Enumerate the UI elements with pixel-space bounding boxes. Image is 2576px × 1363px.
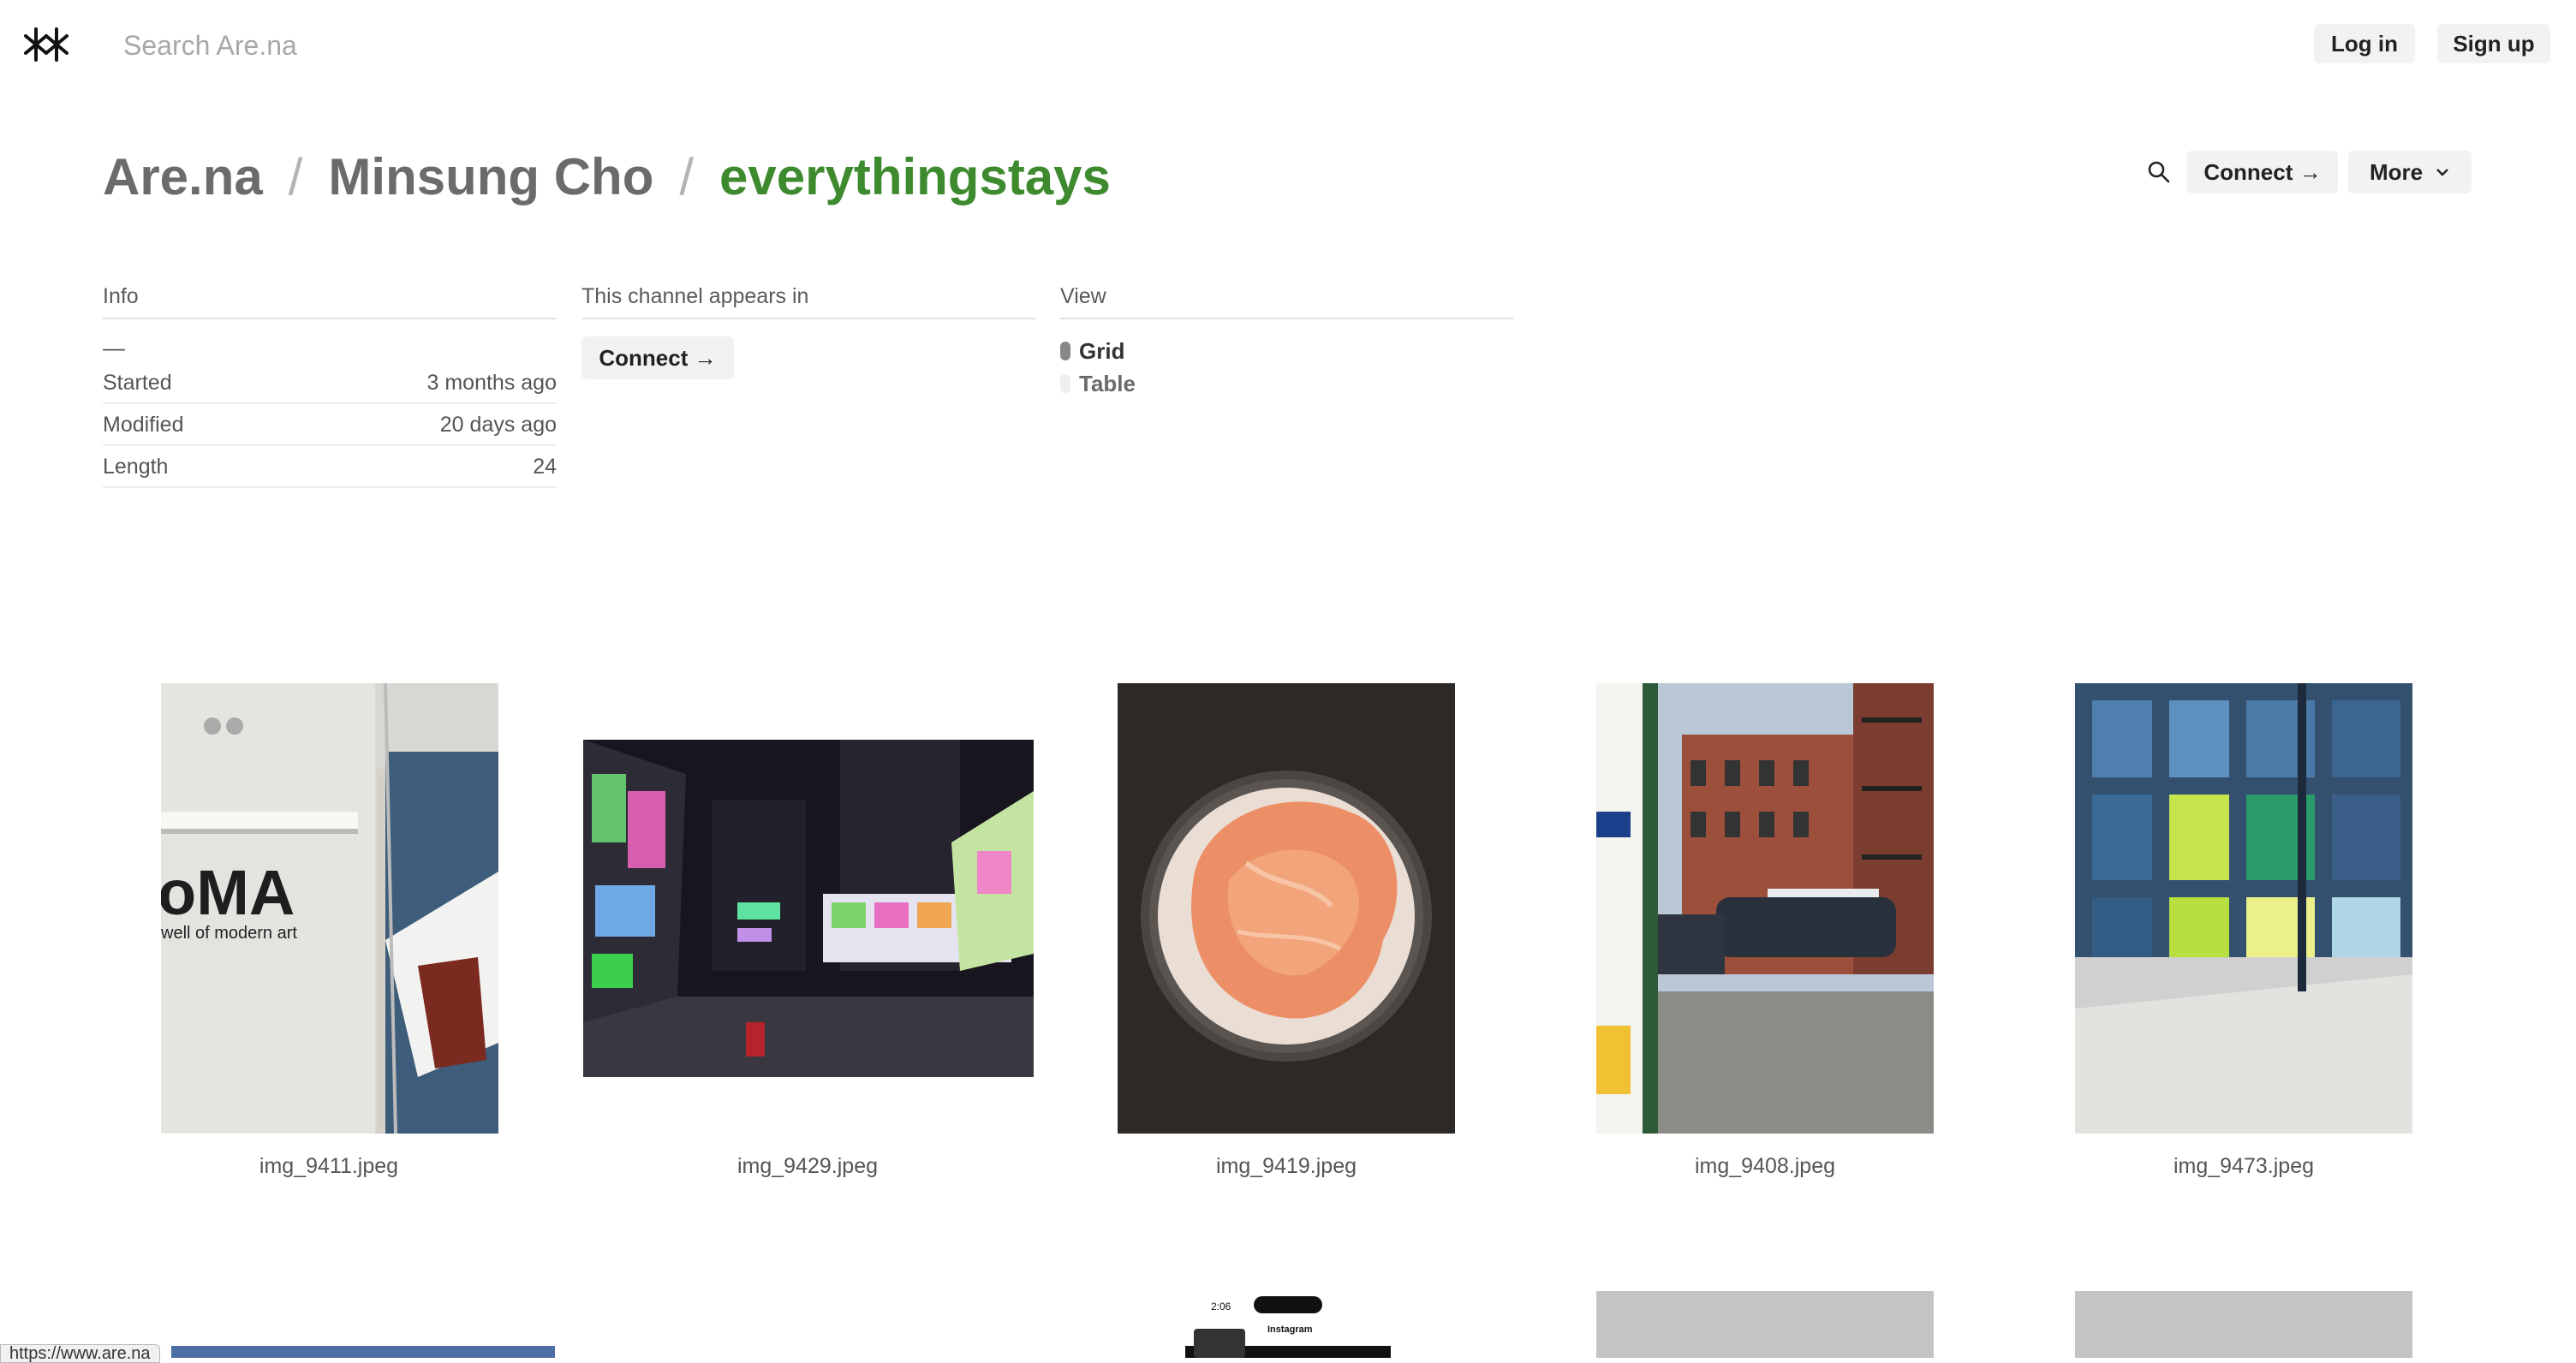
- phone-screenshot-art: 2:06 Instagram: [1185, 1296, 1391, 1358]
- more-button-label: More: [2369, 158, 2424, 185]
- appears-in-heading: This channel appears in: [581, 284, 1035, 319]
- chevron-down-icon: [2436, 169, 2448, 176]
- phone-time: 2:06: [1211, 1301, 1231, 1312]
- grid-block-partial-image[interactable]: [171, 1346, 555, 1358]
- block-image[interactable]: [2075, 683, 2412, 1134]
- info-label: Modified: [103, 413, 184, 437]
- grid-block[interactable]: img_9429.jpeg: [568, 683, 1047, 1188]
- selected-indicator: [1060, 342, 1070, 360]
- info-row-started: Started 3 months ago: [103, 362, 557, 404]
- block-caption[interactable]: img_9419.jpeg: [1046, 1154, 1526, 1179]
- appears-in-connect-button[interactable]: Connect →: [581, 336, 734, 379]
- block-image-art: [1118, 683, 1455, 1134]
- block-caption[interactable]: img_9429.jpeg: [568, 1154, 1047, 1179]
- view-option-label: Table: [1079, 370, 1136, 396]
- grid-block[interactable]: oMA well of modern art img_9411.jpeg: [89, 683, 569, 1188]
- breadcrumb-root-link[interactable]: Are.na: [103, 147, 263, 206]
- grid-block[interactable]: img_9419.jpeg: [1046, 683, 1526, 1188]
- info-row-length: Length 24: [103, 446, 557, 488]
- block-image[interactable]: [1118, 683, 1455, 1134]
- breadcrumb-owner-link[interactable]: Minsung Cho: [328, 147, 653, 206]
- top-navigation-bar: Log in Sign up: [0, 0, 2576, 89]
- block-image[interactable]: oMA well of modern art: [161, 683, 498, 1134]
- block-caption[interactable]: img_9411.jpeg: [89, 1154, 569, 1179]
- info-value: 24: [533, 455, 557, 479]
- view-heading: View: [1060, 284, 1514, 319]
- grid-block-partial-image[interactable]: [1596, 1291, 1934, 1358]
- channel-title[interactable]: everythingstays: [719, 147, 1111, 206]
- block-image-art: [583, 740, 1034, 1077]
- view-option-grid[interactable]: Grid: [1060, 337, 1514, 364]
- login-button[interactable]: Log in: [2314, 24, 2415, 63]
- block-image[interactable]: [1596, 683, 1934, 1134]
- info-row-modified: Modified 20 days ago: [103, 404, 557, 446]
- channel-more-button[interactable]: More: [2348, 151, 2472, 193]
- appears-in-panel: This channel appears in Connect →: [581, 284, 1035, 379]
- info-heading: Info: [103, 284, 557, 319]
- info-panel: Info — Started 3 months ago Modified 20 …: [103, 284, 557, 488]
- breadcrumb: Are.na / Minsung Cho / everythingstays: [103, 147, 1111, 206]
- grid-block-partial-phone-screenshot[interactable]: 2:06 Instagram: [1185, 1295, 1391, 1358]
- grid-block[interactable]: img_9473.jpeg: [2004, 683, 2484, 1188]
- svg-text:oMA: oMA: [161, 857, 295, 928]
- search-input[interactable]: [122, 22, 896, 68]
- svg-text:well of modern art: well of modern art: [161, 924, 297, 943]
- info-label: Length: [103, 455, 169, 479]
- breadcrumb-separator: /: [288, 148, 303, 205]
- block-caption[interactable]: img_9473.jpeg: [2004, 1154, 2484, 1179]
- view-option-label: Grid: [1079, 337, 1125, 364]
- info-label: Started: [103, 371, 172, 395]
- browser-status-url: https://www.are.na: [0, 1344, 160, 1363]
- grid-block-partial-image[interactable]: [2075, 1291, 2412, 1358]
- view-panel: View Grid Table: [1060, 284, 1514, 396]
- channel-connect-button[interactable]: Connect →: [2187, 151, 2338, 193]
- info-value: 3 months ago: [426, 371, 558, 395]
- channel-search-icon[interactable]: [2146, 159, 2172, 185]
- block-image-art: [2075, 683, 2412, 1134]
- grid-block[interactable]: img_9408.jpeg: [1525, 683, 2005, 1188]
- breadcrumb-separator: /: [679, 148, 695, 205]
- phone-app-name: Instagram: [1267, 1324, 1313, 1335]
- block-caption[interactable]: img_9408.jpeg: [1525, 1154, 2005, 1179]
- block-image[interactable]: [583, 740, 1034, 1077]
- unselected-indicator: [1060, 374, 1070, 393]
- signup-button[interactable]: Sign up: [2437, 24, 2550, 63]
- view-option-table[interactable]: Table: [1060, 370, 1514, 396]
- channel-description: —: [103, 335, 125, 360]
- block-image-art: [1596, 683, 1934, 1134]
- info-value: 20 days ago: [439, 413, 557, 437]
- arena-logo-icon[interactable]: [24, 26, 69, 63]
- block-image-art: oMA well of modern art: [161, 683, 498, 1134]
